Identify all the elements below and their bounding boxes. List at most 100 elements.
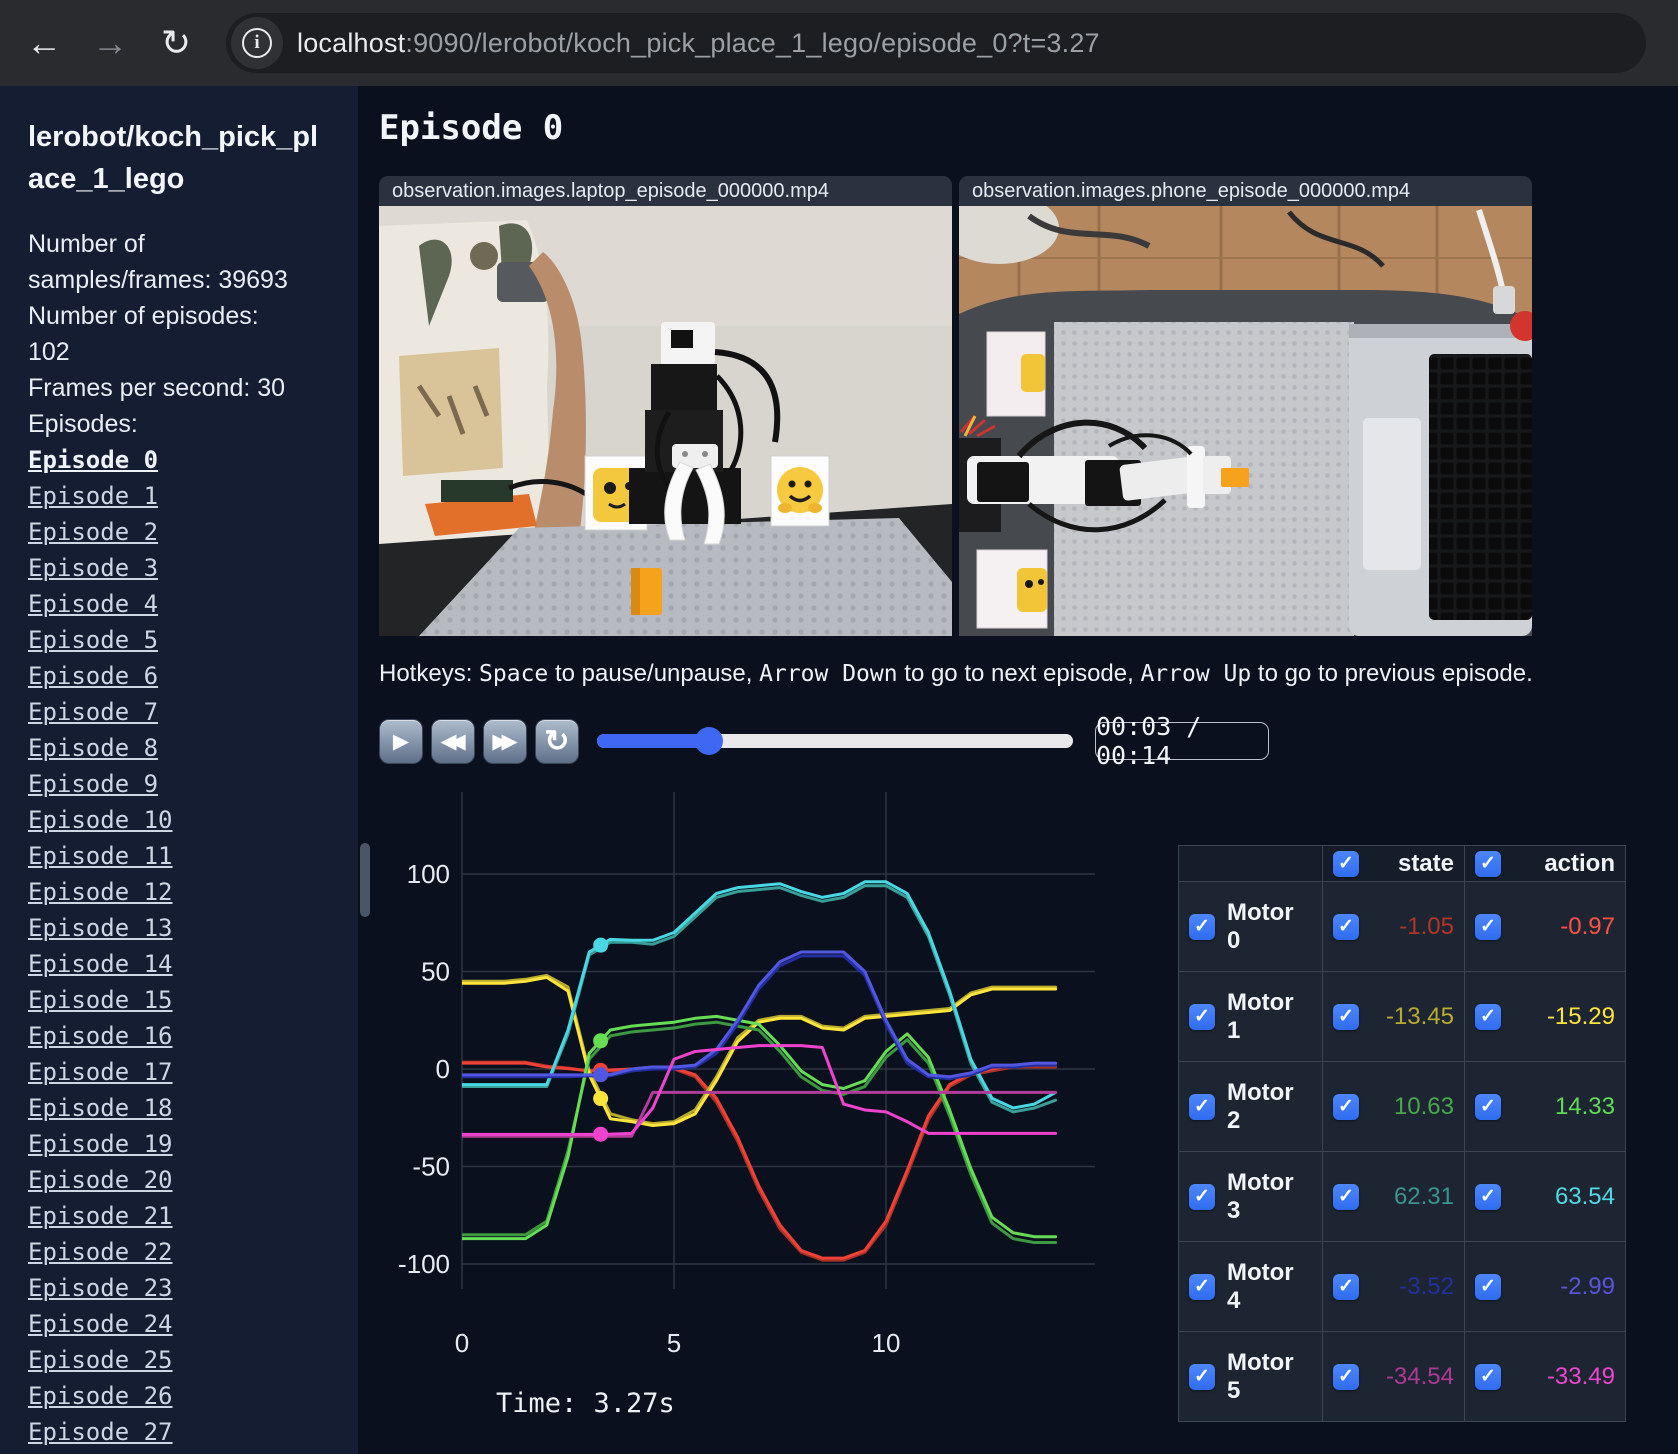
episode-link-13[interactable]: Episode 13 <box>28 914 173 942</box>
episode-link-6[interactable]: Episode 6 <box>28 662 158 690</box>
hotkey-arrow-up: Arrow Up <box>1140 661 1252 687</box>
url-host: localhost <box>297 27 406 58</box>
y-tick-label: 50 <box>421 957 450 987</box>
checkbox-icon[interactable]: ✓ <box>1189 1003 1215 1030</box>
scrollbar-thumb[interactable] <box>360 843 370 917</box>
checkbox-icon[interactable]: ✓ <box>1333 913 1359 940</box>
episode-link-23[interactable]: Episode 23 <box>28 1274 173 1302</box>
checkbox-icon[interactable]: ✓ <box>1189 1363 1215 1390</box>
checkbox-icon[interactable]: ✓ <box>1333 1183 1359 1210</box>
checkbox-icon[interactable]: ✓ <box>1475 850 1501 877</box>
episode-link-11[interactable]: Episode 11 <box>28 842 173 870</box>
y-tick-label: -50 <box>412 1152 450 1182</box>
video-card-laptop: observation.images.laptop_episode_000000… <box>379 176 952 636</box>
x-tick-label: 10 <box>872 1328 901 1358</box>
episode-link-18[interactable]: Episode 18 <box>28 1094 173 1122</box>
episode-link-14[interactable]: Episode 14 <box>28 950 173 978</box>
y-tick-label: 0 <box>436 1054 450 1084</box>
motor-name: Motor 3 <box>1227 1168 1294 1224</box>
episode-link-16[interactable]: Episode 16 <box>28 1022 173 1050</box>
episode-list-item: Episode 10 <box>28 804 358 840</box>
checkbox-icon[interactable]: ✓ <box>1333 1273 1359 1300</box>
episodes-count: Number of episodes: 102 <box>28 302 259 367</box>
episode-list-item: Episode 27 <box>28 1416 358 1452</box>
episode-list-item: Episode 15 <box>28 984 358 1020</box>
forward-icon[interactable]: → <box>88 21 132 65</box>
hotkeys-help: Hotkeys: Space to pause/unpause, Arrow D… <box>379 660 1533 687</box>
checkbox-icon[interactable]: ✓ <box>1189 1183 1215 1210</box>
seek-slider-fill <box>597 734 709 748</box>
episode-link-9[interactable]: Episode 9 <box>28 770 158 798</box>
checkbox-icon[interactable]: ✓ <box>1189 1273 1215 1300</box>
episode-link-24[interactable]: Episode 24 <box>28 1310 173 1338</box>
episode-link-22[interactable]: Episode 22 <box>28 1238 173 1266</box>
seek-slider[interactable] <box>597 727 1073 755</box>
current-time-dot <box>593 1091 609 1107</box>
episode-link-12[interactable]: Episode 12 <box>28 878 173 906</box>
reload-icon[interactable]: ↻ <box>154 21 198 65</box>
table-row: ✓ Motor 3 ✓ 62.31 ✓ 63.54 <box>1178 1151 1626 1242</box>
episode-link-7[interactable]: Episode 7 <box>28 698 158 726</box>
back-icon[interactable]: ← <box>22 21 66 65</box>
page-title: Episode 0 <box>379 108 564 148</box>
hotkey-space: Space <box>479 661 549 687</box>
checkbox-icon[interactable]: ✓ <box>1333 1003 1359 1030</box>
episode-link-21[interactable]: Episode 21 <box>28 1202 173 1230</box>
checkbox-icon[interactable]: ✓ <box>1475 1363 1501 1390</box>
loop-button[interactable]: ↻ <box>535 718 579 764</box>
seek-slider-thumb[interactable] <box>694 727 723 755</box>
episode-list-item: Episode 11 <box>28 840 358 876</box>
episode-list: Episode 0 Episode 1 Episode 2 Episode 3 Epis… <box>28 444 358 1454</box>
episode-link-8[interactable]: Episode 8 <box>28 734 158 762</box>
checkbox-icon[interactable]: ✓ <box>1189 913 1215 940</box>
episode-link-5[interactable]: Episode 5 <box>28 626 158 654</box>
episode-link-27[interactable]: Episode 27 <box>28 1418 173 1446</box>
checkbox-icon[interactable]: ✓ <box>1333 850 1359 877</box>
page: ← → ↻ i localhost:9090/lerobot/koch_pick… <box>0 0 1678 1454</box>
motors-chart[interactable]: 100 50 0 -50 -100 0 5 10 <box>378 786 1138 1390</box>
player-controls: ▶ ◀◀ ▶▶ ↻ 00:03 / 00:14 <box>379 712 1269 770</box>
current-time-dot <box>593 1126 609 1142</box>
episode-link-19[interactable]: Episode 19 <box>28 1130 173 1158</box>
checkbox-icon[interactable]: ✓ <box>1475 1003 1501 1030</box>
checkbox-icon[interactable]: ✓ <box>1475 1183 1501 1210</box>
play-button[interactable]: ▶ <box>379 718 423 764</box>
episode-list-item: Episode 17 <box>28 1056 358 1092</box>
motor-name: Motor 1 <box>1227 988 1294 1044</box>
sidebar: lerobot/koch_pick_place_1_lego Number of… <box>0 86 358 1454</box>
episode-link-15[interactable]: Episode 15 <box>28 986 173 1014</box>
episode-link-10[interactable]: Episode 10 <box>28 806 173 834</box>
episodes-label: Episodes: <box>28 410 138 439</box>
table-row: ✓ Motor 4 ✓ -3.52 ✓ -2.99 <box>1178 1241 1626 1332</box>
episode-link-0[interactable]: Episode 0 <box>28 446 158 474</box>
episode-link-26[interactable]: Episode 26 <box>28 1382 173 1410</box>
episode-link-4[interactable]: Episode 4 <box>28 590 158 618</box>
episode-link-3[interactable]: Episode 3 <box>28 554 158 582</box>
motor-action-value: -33.49 <box>1546 1362 1615 1390</box>
video-phone[interactable] <box>959 206 1532 636</box>
loop-icon: ↻ <box>544 724 570 758</box>
episode-list-item: Episode 18 <box>28 1092 358 1128</box>
rewind-button[interactable]: ◀◀ <box>431 718 475 764</box>
episode-link-20[interactable]: Episode 20 <box>28 1166 173 1194</box>
motor-action-value: -2.99 <box>1560 1272 1615 1300</box>
video-laptop[interactable] <box>379 206 952 636</box>
fast-forward-button[interactable]: ▶▶ <box>483 718 527 764</box>
episode-link-17[interactable]: Episode 17 <box>28 1058 173 1086</box>
address-bar[interactable]: i localhost:9090/lerobot/koch_pick_place… <box>226 13 1646 73</box>
checkbox-icon[interactable]: ✓ <box>1475 913 1501 940</box>
checkbox-icon[interactable]: ✓ <box>1333 1363 1359 1390</box>
episode-list-item: Episode 24 <box>28 1308 358 1344</box>
episode-link-1[interactable]: Episode 1 <box>28 482 158 510</box>
episode-link-25[interactable]: Episode 25 <box>28 1346 173 1374</box>
checkbox-icon[interactable]: ✓ <box>1475 1273 1501 1300</box>
site-info-button[interactable]: i <box>231 17 283 69</box>
motors-table: ✓ state ✓ action ✓ Motor 0 ✓ -1.05 ✓ -0.97 ✓ Motor… <box>1178 845 1626 1422</box>
checkbox-icon[interactable]: ✓ <box>1475 1093 1501 1120</box>
checkbox-icon[interactable]: ✓ <box>1333 1093 1359 1120</box>
checkbox-icon[interactable]: ✓ <box>1189 1093 1215 1120</box>
episode-list-item: Episode 5 <box>28 624 358 660</box>
x-tick-label: 5 <box>667 1328 681 1358</box>
episode-list-item: Episode 3 <box>28 552 358 588</box>
episode-link-2[interactable]: Episode 2 <box>28 518 158 546</box>
